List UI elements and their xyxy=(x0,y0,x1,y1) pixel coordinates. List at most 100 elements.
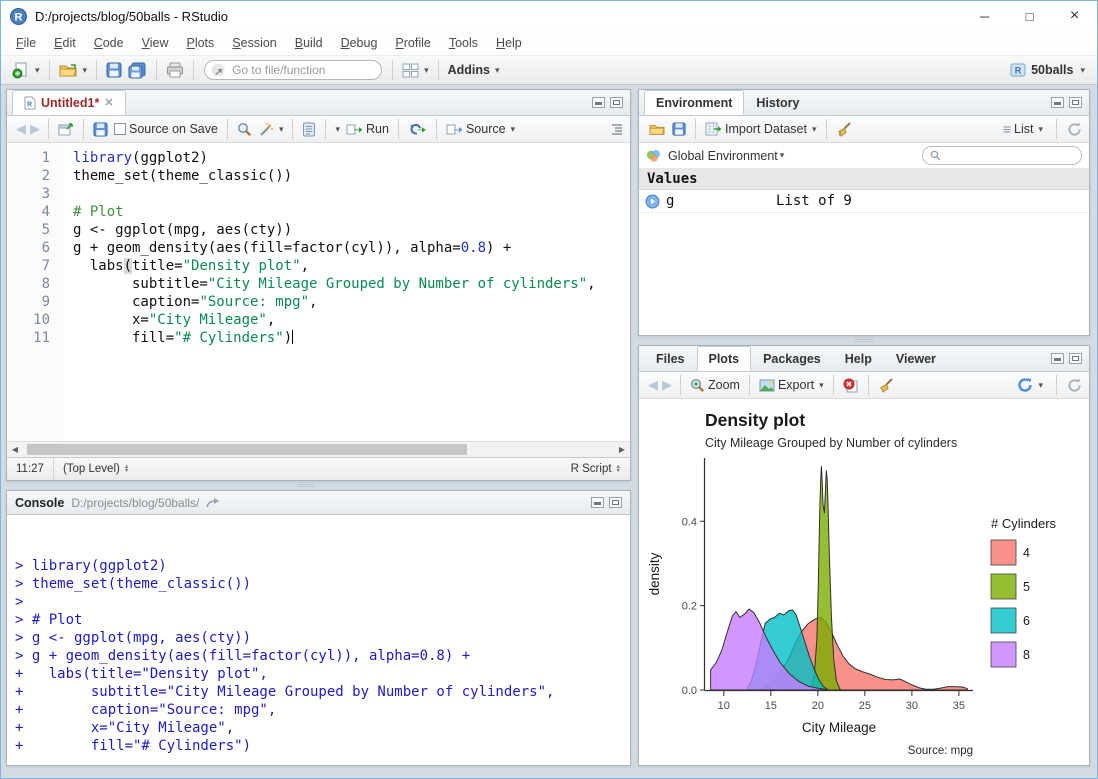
new-file-button[interactable]: ▾ xyxy=(9,59,43,81)
maximize-button[interactable]: □ xyxy=(1007,1,1052,31)
find-button[interactable] xyxy=(234,120,255,139)
goto-file-input[interactable] xyxy=(204,60,382,80)
scroll-right-icon[interactable]: ▶ xyxy=(614,445,630,454)
svg-text:R: R xyxy=(27,101,32,108)
code-tools-button[interactable]: ▾ xyxy=(255,120,287,139)
menu-item[interactable]: View xyxy=(133,33,178,53)
publish-button[interactable]: ▾ xyxy=(1014,375,1046,395)
pane-minimize-button[interactable] xyxy=(1051,353,1064,364)
run-options-caret-icon[interactable]: ▾ xyxy=(335,124,340,135)
menu-item[interactable]: Debug xyxy=(332,33,387,53)
scroll-left-icon[interactable]: ◀ xyxy=(7,445,23,454)
menu-item[interactable]: Code xyxy=(85,33,133,53)
goto-directory-icon[interactable] xyxy=(206,497,220,509)
environment-search-box[interactable] xyxy=(922,146,1082,165)
save-workspace-button[interactable] xyxy=(669,120,689,138)
editor-hscrollbar[interactable]: ◀ ▶ xyxy=(7,441,630,457)
compile-notebook-button[interactable] xyxy=(299,120,319,139)
plots-pane-tab[interactable]: Packages xyxy=(751,346,833,371)
refresh-icon[interactable] xyxy=(1067,122,1082,137)
menu-item[interactable]: Tools xyxy=(440,33,487,53)
splitter-grip[interactable] xyxy=(297,484,315,487)
export-plot-button[interactable]: Export ▾ xyxy=(756,376,827,394)
pane-minimize-button[interactable] xyxy=(591,497,604,508)
toolbar-separator xyxy=(695,119,696,139)
menu-item[interactable]: Profile xyxy=(386,33,439,53)
rerun-button[interactable] xyxy=(405,121,430,138)
pane-maximize-button[interactable] xyxy=(609,497,622,508)
close-button[interactable]: × xyxy=(1052,1,1097,31)
console-output[interactable]: > library(ggplot2)> theme_set(theme_clas… xyxy=(7,515,630,779)
splitter-grip[interactable] xyxy=(855,339,873,342)
plot-canvas: Density plotCity Mileage Grouped by Numb… xyxy=(639,400,1089,765)
source-on-save-checkbox[interactable]: Source on Save xyxy=(111,120,221,138)
export-caret-icon: ▾ xyxy=(819,380,824,391)
workspace-panes-button[interactable]: ▾ xyxy=(399,61,432,80)
minimize-button[interactable]: ─ xyxy=(962,1,1007,31)
expand-object-icon[interactable] xyxy=(645,194,660,209)
pane-maximize-button[interactable] xyxy=(1069,97,1082,108)
menu-item[interactable]: Help xyxy=(487,33,531,53)
environment-scope-label[interactable]: Global Environment xyxy=(668,149,778,163)
run-icon xyxy=(346,123,363,136)
addins-button[interactable]: Addins ▾ xyxy=(445,61,503,79)
plots-pane-tab[interactable]: Files xyxy=(644,346,697,371)
environment-section-header: Values xyxy=(639,169,1089,190)
scroll-thumb[interactable] xyxy=(27,444,467,455)
scope-selector[interactable]: (Top Level) ▲▼ xyxy=(54,463,138,475)
plots-pane-tab[interactable]: Help xyxy=(833,346,884,371)
filetype-selector[interactable]: R Script ▲▼ xyxy=(562,463,630,475)
console-line: > xyxy=(15,593,622,611)
menu-item[interactable]: Plots xyxy=(177,33,223,53)
remove-plot-button[interactable] xyxy=(840,376,862,395)
load-workspace-button[interactable] xyxy=(646,120,669,138)
zoom-plot-button[interactable]: Zoom xyxy=(687,376,743,395)
source-file-button[interactable]: Source ▾ xyxy=(443,120,518,138)
previous-plot-icon[interactable]: ◀ xyxy=(646,377,660,393)
addins-caret-icon: ▾ xyxy=(495,65,500,76)
menu-item[interactable]: Build xyxy=(286,33,332,53)
checkbox-icon[interactable] xyxy=(114,123,126,135)
run-button[interactable]: Run xyxy=(343,120,392,138)
console-header: Console D:/projects/blog/50balls/ xyxy=(7,491,630,515)
next-plot-icon[interactable]: ▶ xyxy=(660,377,674,393)
tab-close-icon[interactable]: ✕ xyxy=(104,91,113,115)
clear-environment-button[interactable] xyxy=(833,120,855,139)
environment-object-row[interactable]: g List of 9 xyxy=(639,190,1089,213)
environment-tab[interactable]: History xyxy=(744,90,811,115)
editor-code-lines[interactable]: library(ggplot2)theme_set(theme_classic(… xyxy=(63,144,596,441)
editor-save-button[interactable] xyxy=(90,120,111,139)
list-view-button[interactable]: ≡ List ▾ xyxy=(1000,119,1046,139)
list-view-label: List xyxy=(1014,122,1033,136)
save-button[interactable] xyxy=(103,60,125,80)
popout-button[interactable] xyxy=(55,120,77,138)
document-outline-icon[interactable] xyxy=(608,123,623,135)
import-dataset-button[interactable]: Import Dataset ▾ xyxy=(702,120,820,138)
code-editor[interactable]: 1234567891011 library(ggplot2)theme_set(… xyxy=(7,144,630,441)
window-title: D:/projects/blog/50balls - RStudio xyxy=(35,9,228,24)
back-icon[interactable]: ◀ xyxy=(14,121,28,137)
menu-item[interactable]: Edit xyxy=(45,33,85,53)
project-menu-button[interactable]: R 50balls ▾ xyxy=(1007,60,1089,80)
pane-minimize-button[interactable] xyxy=(1051,97,1064,108)
plots-pane-tab[interactable]: Viewer xyxy=(884,346,948,371)
print-button[interactable] xyxy=(163,60,187,80)
refresh-icon[interactable] xyxy=(1067,378,1082,393)
save-icon xyxy=(106,62,122,78)
environment-tab[interactable]: Environment xyxy=(644,90,744,115)
pane-maximize-button[interactable] xyxy=(610,97,623,108)
remove-plot-icon xyxy=(843,378,859,393)
menu-item[interactable]: File xyxy=(7,33,45,53)
pane-maximize-button[interactable] xyxy=(1069,353,1082,364)
tab-untitled1[interactable]: R Untitled1* ✕ xyxy=(12,90,126,115)
svg-text:City Mileage Grouped by Number: City Mileage Grouped by Number of cylind… xyxy=(705,436,957,450)
pane-minimize-button[interactable] xyxy=(592,97,605,108)
save-all-button[interactable] xyxy=(125,60,150,81)
clear-plots-button[interactable] xyxy=(875,376,897,395)
forward-icon[interactable]: ▶ xyxy=(28,121,42,137)
toolbar-separator xyxy=(1056,119,1057,139)
menu-item[interactable]: Session xyxy=(223,33,285,53)
plots-pane-tab[interactable]: Plots xyxy=(697,346,752,371)
console-title[interactable]: Console xyxy=(15,496,64,510)
open-file-button[interactable]: ▾ xyxy=(56,60,91,80)
